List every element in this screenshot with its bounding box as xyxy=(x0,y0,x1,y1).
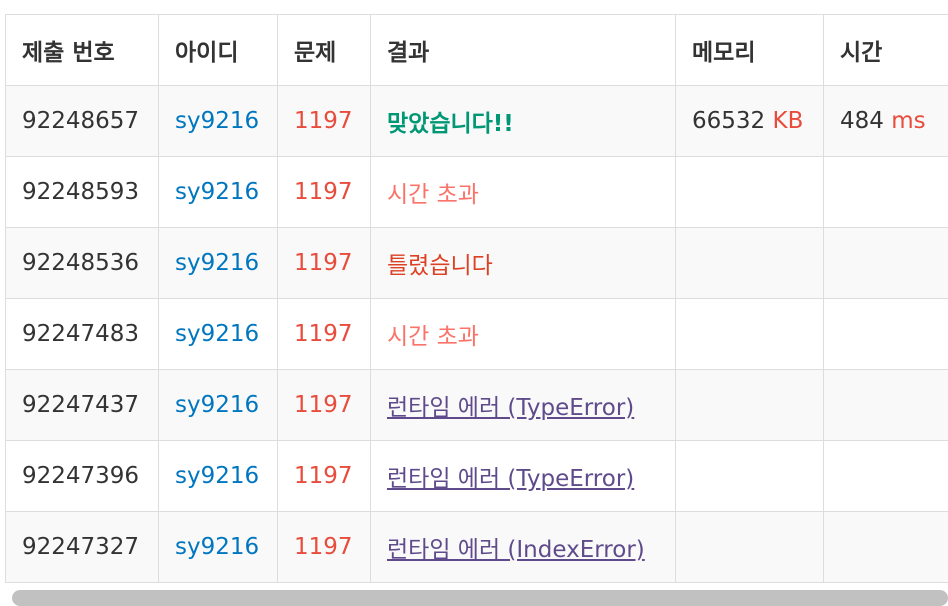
submission-id-cell: 92247396 xyxy=(5,440,159,512)
time-cell xyxy=(823,511,948,583)
problem-link[interactable]: 1197 xyxy=(294,250,353,276)
submission-id-cell: 92248536 xyxy=(5,227,159,299)
memory-cell xyxy=(675,440,824,512)
problem-cell: 1197 xyxy=(277,227,371,299)
user-id-link[interactable]: sy9216 xyxy=(175,108,259,134)
submission-id-cell: 92248657 xyxy=(5,85,159,157)
memory-cell xyxy=(675,298,824,370)
user-id-cell: sy9216 xyxy=(158,369,278,441)
result-cell: 시간 초과 xyxy=(370,298,676,370)
problem-cell: 1197 xyxy=(277,369,371,441)
problem-cell: 1197 xyxy=(277,440,371,512)
memory-cell xyxy=(675,227,824,299)
submission-id-cell: 92247327 xyxy=(5,511,159,583)
user-id-cell: sy9216 xyxy=(158,440,278,512)
memory-cell: 66532 KB xyxy=(675,85,824,157)
table-row: 92248657 sy9216 1197 맞았습니다!! 66532 KB 484 ms xyxy=(5,85,948,157)
problem-link[interactable]: 1197 xyxy=(294,463,353,489)
horizontal-scrollbar[interactable] xyxy=(12,590,948,606)
result-cell: 런타임 에러 (IndexError) xyxy=(370,511,676,583)
time-unit: ms xyxy=(891,108,926,134)
time-cell xyxy=(823,298,948,370)
problem-cell: 1197 xyxy=(277,85,371,157)
problem-cell: 1197 xyxy=(277,156,371,228)
user-id-cell: sy9216 xyxy=(158,227,278,299)
submission-id: 92247483 xyxy=(22,321,140,347)
column-header-memory: 메모리 xyxy=(675,14,824,86)
table-row: 92247483 sy9216 1197 시간 초과 xyxy=(5,298,948,370)
time-value: 484 xyxy=(840,108,884,134)
memory-cell xyxy=(675,369,824,441)
user-id-link[interactable]: sy9216 xyxy=(175,392,259,418)
result-text[interactable]: 런타임 에러 (TypeError) xyxy=(387,395,634,421)
column-header-submission-id: 제출 번호 xyxy=(5,14,159,86)
problem-link[interactable]: 1197 xyxy=(294,108,353,134)
status-table-container: 제출 번호 아이디 문제 결과 메모리 시간 92248657 sy9216 119… xyxy=(5,14,948,606)
problem-link[interactable]: 1197 xyxy=(294,321,353,347)
result-cell: 맞았습니다!! xyxy=(370,85,676,157)
result-cell: 시간 초과 xyxy=(370,156,676,228)
submission-id-cell: 92248593 xyxy=(5,156,159,228)
time-cell xyxy=(823,156,948,228)
user-id-link[interactable]: sy9216 xyxy=(175,321,259,347)
problem-link[interactable]: 1197 xyxy=(294,392,353,418)
column-header-user-id: 아이디 xyxy=(158,14,278,86)
memory-value: 66532 xyxy=(692,108,766,134)
submission-id: 92247437 xyxy=(22,392,140,418)
result-text[interactable]: 런타임 에러 (IndexError) xyxy=(387,537,645,563)
submission-id: 92248657 xyxy=(22,108,140,134)
submission-id: 92247396 xyxy=(22,463,140,489)
submission-status-table: 제출 번호 아이디 문제 결과 메모리 시간 92248657 sy9216 119… xyxy=(5,14,948,583)
user-id-link[interactable]: sy9216 xyxy=(175,250,259,276)
submission-id: 92247327 xyxy=(22,534,140,560)
submission-id: 92248536 xyxy=(22,250,140,276)
column-header-result: 결과 xyxy=(370,14,676,86)
time-cell: 484 ms xyxy=(823,85,948,157)
problem-cell: 1197 xyxy=(277,298,371,370)
user-id-cell: sy9216 xyxy=(158,511,278,583)
submission-id-cell: 92247483 xyxy=(5,298,159,370)
result-cell: 런타임 에러 (TypeError) xyxy=(370,440,676,512)
time-cell xyxy=(823,369,948,441)
table-row: 92247437 sy9216 1197 런타임 에러 (TypeError) xyxy=(5,369,948,441)
result-text: 시간 초과 xyxy=(387,324,479,350)
column-header-problem: 문제 xyxy=(277,14,371,86)
table-row: 92248536 sy9216 1197 틀렸습니다 xyxy=(5,227,948,299)
column-header-time: 시간 xyxy=(823,14,948,86)
submission-id: 92248593 xyxy=(22,179,140,205)
problem-link[interactable]: 1197 xyxy=(294,534,353,560)
result-cell: 틀렸습니다 xyxy=(370,227,676,299)
table-row: 92248593 sy9216 1197 시간 초과 xyxy=(5,156,948,228)
result-text: 시간 초과 xyxy=(387,182,479,208)
memory-cell xyxy=(675,511,824,583)
result-text: 틀렸습니다 xyxy=(387,253,493,279)
time-cell xyxy=(823,440,948,512)
table-row: 92247327 sy9216 1197 런타임 에러 (IndexError) xyxy=(5,511,948,583)
user-id-cell: sy9216 xyxy=(158,85,278,157)
user-id-link[interactable]: sy9216 xyxy=(175,463,259,489)
time-cell xyxy=(823,227,948,299)
user-id-link[interactable]: sy9216 xyxy=(175,534,259,560)
problem-link[interactable]: 1197 xyxy=(294,179,353,205)
table-header-row: 제출 번호 아이디 문제 결과 메모리 시간 xyxy=(5,14,948,86)
submission-id-cell: 92247437 xyxy=(5,369,159,441)
user-id-link[interactable]: sy9216 xyxy=(175,179,259,205)
result-text[interactable]: 런타임 에러 (TypeError) xyxy=(387,466,634,492)
user-id-cell: sy9216 xyxy=(158,298,278,370)
user-id-cell: sy9216 xyxy=(158,156,278,228)
result-text: 맞았습니다!! xyxy=(387,111,514,137)
memory-cell xyxy=(675,156,824,228)
memory-unit: KB xyxy=(772,108,804,134)
result-cell: 런타임 에러 (TypeError) xyxy=(370,369,676,441)
table-row: 92247396 sy9216 1197 런타임 에러 (TypeError) xyxy=(5,440,948,512)
problem-cell: 1197 xyxy=(277,511,371,583)
